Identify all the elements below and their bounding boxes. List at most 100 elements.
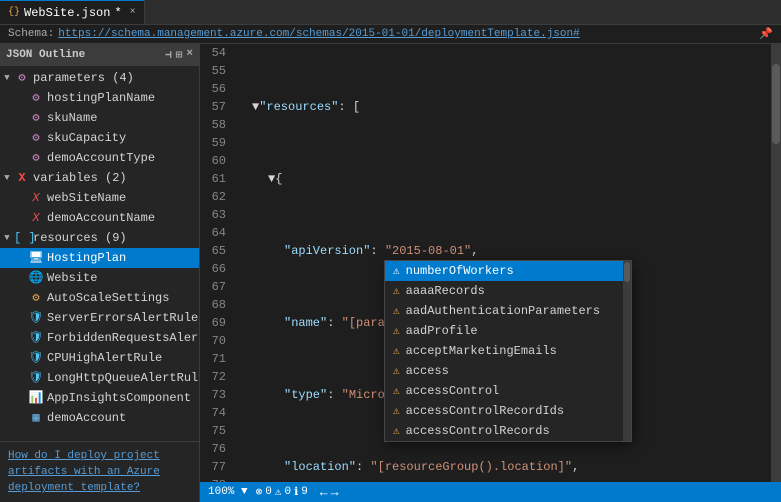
autocomplete-item-accesscontrolrecords[interactable]: ⚠ accessControlRecords — [385, 421, 631, 441]
editor-vertical-scrollbar[interactable] — [771, 44, 781, 482]
error-icon: ⊗ — [256, 485, 263, 499]
line-num-68: 68 — [200, 296, 230, 314]
sidebar-item-label: ServerErrorsAlertRule — [47, 309, 198, 327]
zoom-dropdown-icon[interactable]: ▼ — [241, 486, 248, 498]
sidebar-item-demoaccounttype[interactable]: ⚙ demoAccountType — [0, 148, 199, 168]
autocomplete-item-aadprofile[interactable]: ⚠ aadProfile — [385, 321, 631, 341]
expand-icon: ▼ — [0, 229, 14, 247]
code-area[interactable]: ▼ "resources": [ ▼ { "apiVersion": "2015… — [236, 44, 771, 482]
autocomplete-item-label: acceptMarketingEmails — [406, 344, 557, 358]
warning-icon: ⚠ — [393, 404, 400, 418]
sidebar-item-label: variables (2) — [33, 169, 195, 187]
sidebar-item-longhttpqueue[interactable]: 🛡 LongHttpQueueAlertRule — [0, 368, 199, 388]
shield-icon: 🛡 — [28, 349, 44, 367]
fold-indicator[interactable]: ▼ — [268, 170, 275, 188]
expand-icon: ▼ — [0, 69, 14, 87]
sidebar-item-appinsights[interactable]: 📊 AppInsightsComponent — [0, 388, 199, 408]
sidebar-item-forbiddenrequests[interactable]: 🛡 ForbiddenRequestsAlertRule — [0, 328, 199, 348]
zoom-level[interactable]: 100% ▼ — [208, 486, 248, 498]
line-num-69: 69 — [200, 314, 230, 332]
sidebar-item-hostingplan[interactable]: 🖥 HostingPlan — [0, 248, 199, 268]
autocomplete-dropdown: ⚠ numberOfWorkers ⚠ aaaaRecords ⚠ aadAut… — [384, 260, 632, 442]
line-num-61: 61 — [200, 170, 230, 188]
schema-url[interactable]: https://schema.management.azure.com/sche… — [58, 28, 580, 40]
sidebar-item-label: demoAccountType — [47, 149, 195, 167]
x-icon: X — [28, 189, 44, 207]
sidebar-item-label: parameters (4) — [33, 69, 195, 87]
warning-icon: ⚠ — [393, 424, 400, 438]
sidebar-item-label: demoAccountName — [47, 209, 195, 227]
sidebar-item-label: hostingPlanName — [47, 89, 195, 107]
gear-icon: ⚙ — [28, 89, 44, 107]
bracket-icon: [ ] — [14, 229, 30, 247]
nav-left-arrow[interactable]: ← — [320, 485, 328, 500]
autocomplete-scrollbar-thumb — [624, 262, 630, 282]
autocomplete-item-aadauth[interactable]: ⚠ aadAuthenticationParameters — [385, 301, 631, 321]
warning-icon: ⚠ — [393, 384, 400, 398]
line-num-71: 71 — [200, 350, 230, 368]
autocomplete-item-accesscontrolrecordids[interactable]: ⚠ accessControlRecordIds — [385, 401, 631, 421]
autocomplete-item-label: accessControlRecords — [406, 424, 550, 438]
sidebar-item-website[interactable]: 🌐 Website — [0, 268, 199, 288]
tab-close-button[interactable]: × — [130, 7, 136, 18]
gear-icon: ⚙ — [28, 129, 44, 147]
sidebar-help-link[interactable]: How do I deploy project artifacts with a… — [0, 441, 199, 502]
sidebar-item-parameters[interactable]: ▼ ⚙ parameters (4) — [0, 68, 199, 88]
autocomplete-item-acceptmarketing[interactable]: ⚠ acceptMarketingEmails — [385, 341, 631, 361]
warning-icon: ⚠ — [393, 364, 400, 378]
nav-right-arrow[interactable]: → — [331, 485, 339, 500]
sidebar-item-variables[interactable]: ▼ X variables (2) — [0, 168, 199, 188]
autocomplete-item-numberOfWorkers[interactable]: ⚠ numberOfWorkers — [385, 261, 631, 281]
sidebar-item-cpuhigh[interactable]: 🛡 CPUHighAlertRule — [0, 348, 199, 368]
sidebar-header-actions[interactable]: ⊣ ⊞ × — [165, 48, 193, 62]
sidebar-item-label: CPUHighAlertRule — [47, 349, 195, 367]
schema-label: Schema: — [8, 28, 54, 40]
shield-icon: 🛡 — [28, 369, 44, 387]
autocomplete-item-accesscontrol[interactable]: ⚠ accessControl — [385, 381, 631, 401]
sidebar-item-autoscalesettings[interactable]: ⚙ AutoScaleSettings — [0, 288, 199, 308]
autocomplete-item-access[interactable]: ⚠ access — [385, 361, 631, 381]
scrollbar-thumb[interactable] — [772, 64, 780, 144]
dock-icon[interactable]: ⊞ — [176, 48, 183, 62]
sidebar-item-label: ForbiddenRequestsAlertRule — [47, 329, 199, 347]
sidebar-title: JSON Outline — [6, 49, 85, 61]
warning-icon: ⚠ — [393, 324, 400, 338]
line-num-76: 76 — [200, 440, 230, 458]
sidebar-item-websitename[interactable]: X webSiteName — [0, 188, 199, 208]
line-num-62: 62 — [200, 188, 230, 206]
sidebar-item-servererrors[interactable]: 🛡 ServerErrorsAlertRule — [0, 308, 199, 328]
line-num-74: 74 — [200, 404, 230, 422]
autocomplete-item-label: access — [406, 364, 449, 378]
fold-indicator[interactable]: ▼ — [252, 98, 259, 116]
line-num-58: 58 — [200, 116, 230, 134]
line-numbers: 54 55 56 57 58 59 60 61 62 63 64 65 66 6… — [200, 44, 236, 482]
help-text[interactable]: How do I deploy project artifacts with a… — [8, 450, 160, 494]
line-num-55: 55 — [200, 62, 230, 80]
sidebar-item-skucapacity[interactable]: ⚙ skuCapacity — [0, 128, 199, 148]
autocomplete-item-aaaarecords[interactable]: ⚠ aaaaRecords — [385, 281, 631, 301]
sidebar-item-demoaccount[interactable]: ▦ demoAccount — [0, 408, 199, 428]
sidebar-item-demoaccountname[interactable]: X demoAccountName — [0, 208, 199, 228]
server-icon: 🖥 — [28, 249, 44, 267]
code-line-54: ▼ "resources": [ — [244, 98, 771, 116]
sidebar-item-skuname[interactable]: ⚙ skuName — [0, 108, 199, 128]
error-count: ⊗ 0 ⚠ 0 ℹ 9 — [256, 485, 308, 499]
pin-sidebar-icon[interactable]: ⊣ — [165, 48, 172, 62]
autocomplete-scrollbar[interactable] — [623, 261, 631, 441]
sidebar-item-resources[interactable]: ▼ [ ] resources (9) — [0, 228, 199, 248]
tab-website-json[interactable]: {} WebSite.json * × — [0, 0, 145, 24]
editor: 54 55 56 57 58 59 60 61 62 63 64 65 66 6… — [200, 44, 781, 502]
line-num-72: 72 — [200, 368, 230, 386]
sidebar-item-label: skuName — [47, 109, 195, 127]
shield-icon: 🛡 — [28, 329, 44, 347]
sidebar-item-hostingplanname[interactable]: ⚙ hostingPlanName — [0, 88, 199, 108]
close-sidebar-icon[interactable]: × — [186, 48, 193, 62]
status-bar: 100% ▼ ⊗ 0 ⚠ 0 ℹ 9 ← → — [200, 482, 781, 502]
sidebar-item-label: Website — [47, 269, 195, 287]
autocomplete-item-label: accessControl — [406, 384, 500, 398]
line-num-78: 78 — [200, 476, 230, 482]
line-num-70: 70 — [200, 332, 230, 350]
autocomplete-item-label: aadAuthenticationParameters — [406, 304, 600, 318]
pin-icon[interactable]: 📌 — [759, 27, 773, 41]
x-icon: X — [14, 169, 30, 187]
